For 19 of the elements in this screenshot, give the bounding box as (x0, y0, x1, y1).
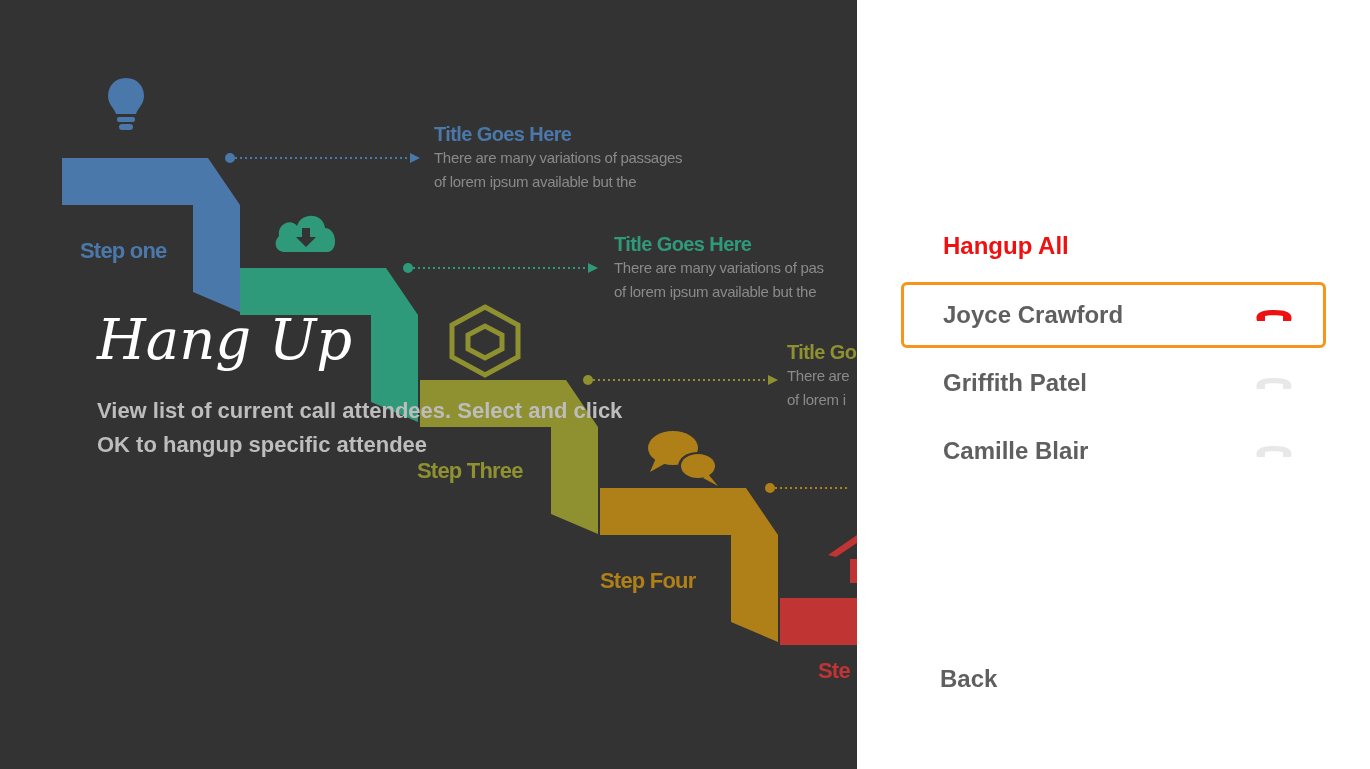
screen-title: Hang Up (97, 306, 352, 374)
step-text: There are many variations of pas (614, 258, 824, 278)
menu-item[interactable]: Joyce Crawford (901, 282, 1326, 348)
step-text: There are (787, 366, 851, 386)
step-title: Title Goes Here (614, 232, 753, 256)
back-button[interactable]: Back (940, 665, 998, 693)
step-text: of lorem i (787, 390, 847, 410)
step-label: Ste (818, 658, 850, 684)
step-text: of lorem ipsum available but the (614, 282, 818, 302)
menu-item[interactable]: Camille Blair (901, 418, 1326, 484)
step-text: of lorem ipsum available but the (434, 172, 638, 192)
step-label: Step Three (417, 458, 523, 484)
step-title: Title Go (787, 340, 857, 364)
step-title: Title Goes Here (434, 122, 573, 146)
step-label: Step one (80, 238, 167, 264)
menu-item[interactable]: Hangup All (901, 226, 1326, 266)
step-label: Step Four (600, 568, 696, 594)
step-text: There are many variations of passages (434, 148, 683, 168)
menu-item[interactable]: Griffith Patel (901, 350, 1326, 416)
